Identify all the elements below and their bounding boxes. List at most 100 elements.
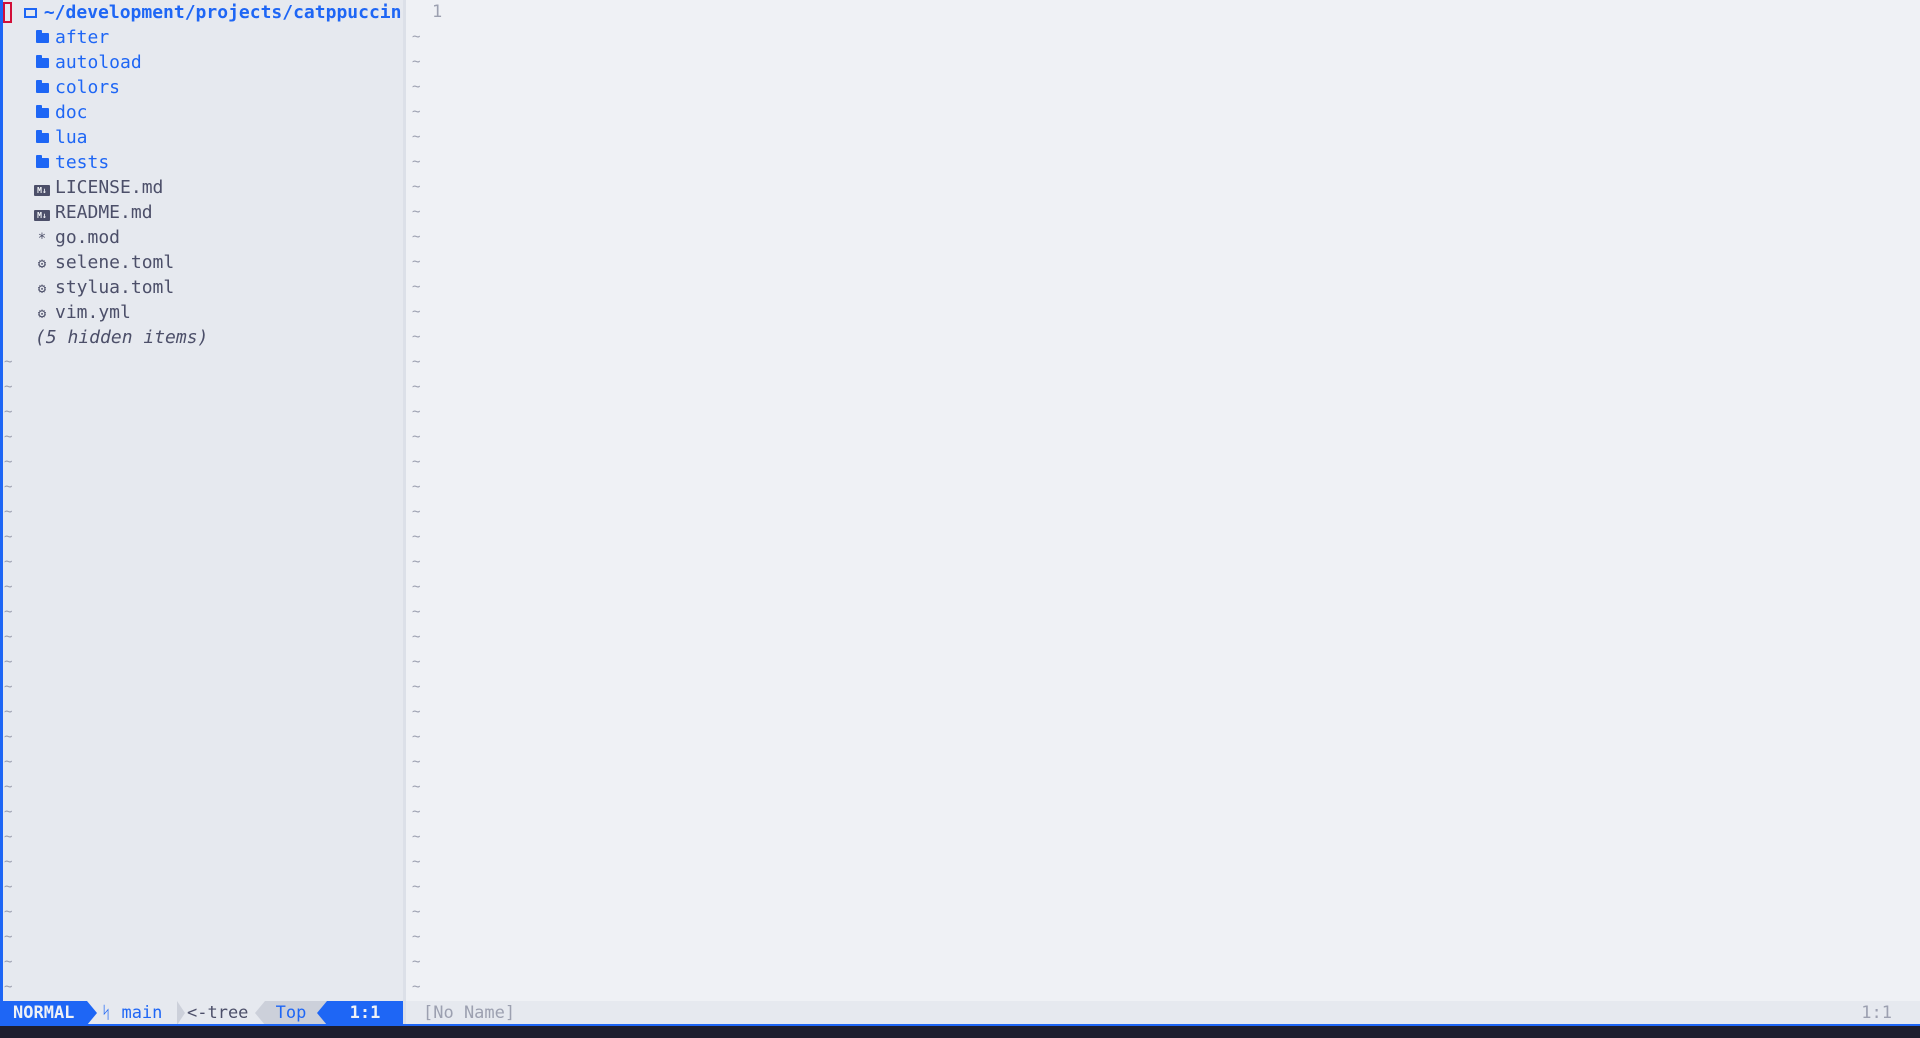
- empty-line-marker: ~: [4, 529, 13, 545]
- tree-file-license-md[interactable]: M↓ LICENSE.md: [33, 175, 163, 200]
- empty-line-marker: ~: [412, 354, 421, 370]
- empty-line-marker: ~: [412, 279, 421, 295]
- markdown-icon: M↓: [33, 202, 51, 227]
- empty-line-marker: ~: [412, 979, 421, 995]
- empty-line-marker: ~: [412, 79, 421, 95]
- editor-pane[interactable]: 1 ~ ~ ~ ~ ~ ~ ~ ~ ~ ~ ~ ~ ~ ~ ~ ~ ~ ~ ~ ~ ~ ~ ~ ~ ~ ~ ~ ~ ~ ~ ~ ~ ~ ~ ~ ~ ~ ~…: [406, 0, 1920, 1001]
- empty-line-marker: ~: [4, 704, 13, 720]
- statusline-filename: <-tree: [187, 1003, 249, 1023]
- empty-line-marker: ~: [4, 579, 13, 595]
- empty-line-marker: ~: [4, 779, 13, 795]
- tree-folder-label: colors: [55, 77, 121, 98]
- empty-line-marker: ~: [412, 104, 421, 120]
- empty-line-marker: ~: [412, 454, 421, 470]
- empty-line-marker: ~: [4, 404, 13, 420]
- empty-line-marker: ~: [412, 954, 421, 970]
- tree-file-stylua-toml[interactable]: ⚙ stylua.toml: [33, 275, 174, 300]
- tree-root-path: ~/development/projects/catppuccin-nvim: [43, 2, 403, 23]
- tree-file-vim-yml[interactable]: ⚙ vim.yml: [33, 300, 131, 325]
- tree-folder-label: autoload: [55, 52, 142, 73]
- empty-line-marker: ~: [412, 379, 421, 395]
- empty-line-marker: ~: [4, 629, 13, 645]
- tree-folder-colors[interactable]: colors: [33, 75, 120, 100]
- empty-line-marker: ~: [4, 729, 13, 745]
- tree-folder-label: lua: [55, 127, 88, 148]
- git-branch-label: main: [121, 1003, 163, 1023]
- tree-root[interactable]: ~/development/projects/catppuccin-nvim: [3, 0, 403, 25]
- empty-line-marker: ~: [4, 354, 13, 370]
- empty-line-marker: ~: [412, 579, 421, 595]
- empty-line-marker: ~: [412, 679, 421, 695]
- empty-line-marker: ~: [412, 829, 421, 845]
- tree-folder-doc[interactable]: doc: [33, 100, 88, 125]
- empty-line-marker: ~: [412, 854, 421, 870]
- scroll-indicator: Top: [265, 1001, 317, 1026]
- folder-icon: [33, 152, 51, 177]
- empty-line-marker: ~: [4, 379, 13, 395]
- folder-icon: [33, 127, 51, 152]
- empty-line-marker: ~: [4, 479, 13, 495]
- empty-line-marker: ~: [412, 404, 421, 420]
- empty-line-marker: ~: [412, 904, 421, 920]
- empty-line-marker: ~: [4, 804, 13, 820]
- empty-line-marker: ~: [412, 504, 421, 520]
- folder-icon: [33, 102, 51, 127]
- folder-icon: [33, 27, 51, 52]
- tree-folder-autoload[interactable]: autoload: [33, 50, 142, 75]
- tree-folder-lua[interactable]: lua: [33, 125, 88, 150]
- gear-icon: ⚙: [37, 281, 47, 297]
- tree-folder-tests[interactable]: tests: [33, 150, 109, 175]
- empty-line-marker: ~: [4, 904, 13, 920]
- empty-line-marker: ~: [412, 554, 421, 570]
- tree-folder-label: doc: [55, 102, 88, 123]
- folder-icon: [33, 52, 51, 77]
- scroll-separator: [255, 1001, 265, 1025]
- tree-file-label: go.mod: [55, 227, 121, 248]
- empty-line-marker: ~: [4, 504, 13, 520]
- empty-line-marker: ~: [412, 304, 421, 320]
- empty-line-marker: ~: [412, 929, 421, 945]
- file-tree-pane[interactable]: ~/development/projects/catppuccin-nvim a…: [3, 0, 403, 1001]
- empty-line-marker: ~: [412, 54, 421, 70]
- empty-line-marker: ~: [412, 154, 421, 170]
- empty-line-marker: ~: [412, 229, 421, 245]
- system-bar: [0, 1026, 1920, 1038]
- empty-line-marker: ~: [4, 679, 13, 695]
- empty-line-marker: ~: [4, 654, 13, 670]
- empty-line-marker: ~: [412, 529, 421, 545]
- tree-file-label: selene.toml: [55, 252, 175, 273]
- tree-file-selene-toml[interactable]: ⚙ selene.toml: [33, 250, 174, 275]
- hidden-items-note[interactable]: (5 hidden items): [35, 325, 208, 350]
- position-separator: [317, 1001, 327, 1025]
- empty-line-marker: ~: [4, 829, 13, 845]
- tree-file-label: vim.yml: [55, 302, 131, 323]
- empty-line-marker: ~: [4, 979, 13, 995]
- cursor: [3, 2, 12, 23]
- empty-line-marker: ~: [4, 754, 13, 770]
- tree-file-label: README.md: [55, 202, 153, 223]
- empty-line-marker: ~: [412, 204, 421, 220]
- nvim-window: ~/development/projects/catppuccin-nvim a…: [0, 0, 1920, 1038]
- tree-file-go-mod[interactable]: * go.mod: [33, 225, 120, 250]
- tree-file-readme-md[interactable]: M↓ README.md: [33, 200, 153, 225]
- empty-line-marker: ~: [412, 29, 421, 45]
- git-branch: ᛋ main: [101, 1001, 162, 1026]
- tree-statusline: NORMAL ᛋ main <-tree Top 1:1: [3, 1001, 403, 1026]
- empty-line-marker: ~: [412, 329, 421, 345]
- empty-line-marker: ~: [412, 804, 421, 820]
- folder-icon: [33, 77, 51, 102]
- buffer-statusline: [No Name] 1:1: [406, 1001, 1920, 1026]
- empty-line-marker: ~: [412, 779, 421, 795]
- empty-line-marker: ~: [412, 729, 421, 745]
- folder-open-icon: [22, 2, 40, 25]
- empty-line-marker: ~: [4, 429, 13, 445]
- tree-folder-label: tests: [55, 152, 110, 173]
- empty-line-marker: ~: [4, 954, 13, 970]
- empty-line-marker: ~: [4, 879, 13, 895]
- empty-line-marker: ~: [412, 479, 421, 495]
- tree-folder-after[interactable]: after: [33, 25, 109, 50]
- empty-line-marker: ~: [4, 929, 13, 945]
- empty-line-marker: ~: [412, 704, 421, 720]
- empty-line-marker: ~: [412, 654, 421, 670]
- markdown-icon: M↓: [33, 177, 51, 202]
